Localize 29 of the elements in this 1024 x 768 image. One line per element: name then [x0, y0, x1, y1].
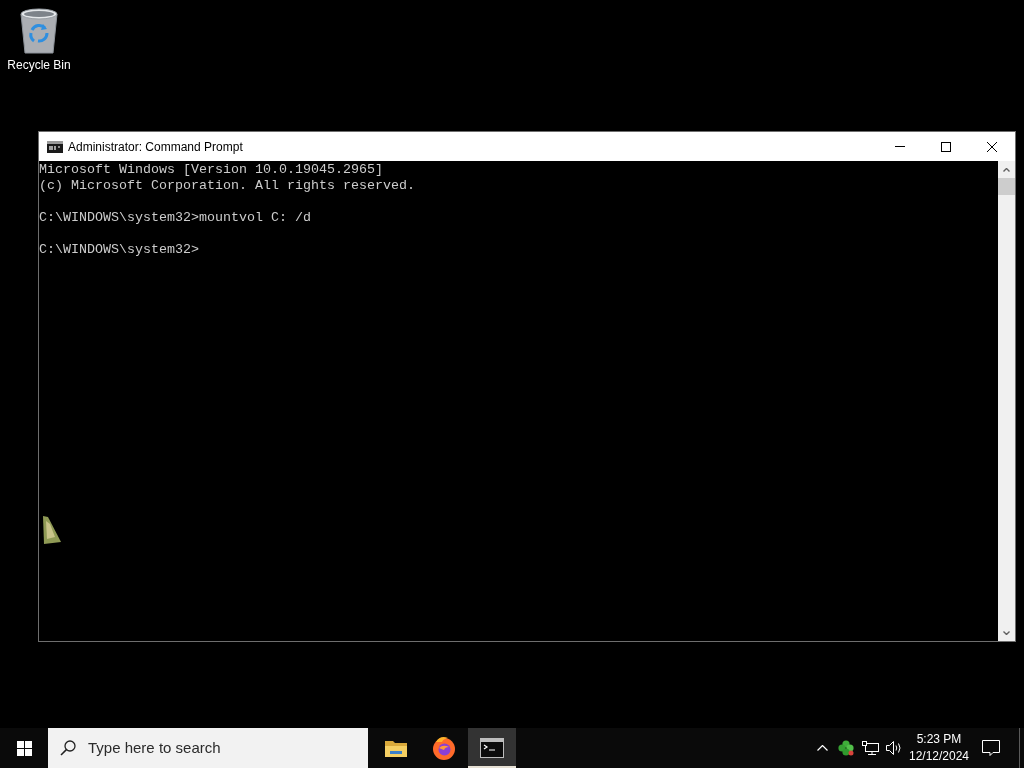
windows-logo-icon[interactable]: [16, 740, 32, 756]
search-icon[interactable]: [60, 740, 76, 756]
caret-down-icon[interactable]: [1003, 630, 1010, 635]
chevron-up-icon[interactable]: [816, 745, 828, 751]
console-line: C:\WINDOWS\system32>mountvol C: /d: [39, 210, 311, 226]
triangle-icon: [42, 515, 62, 545]
notification-icon[interactable]: [982, 740, 1000, 756]
speaker-icon[interactable]: [886, 741, 902, 755]
console-icon: [47, 140, 63, 153]
folder-icon[interactable]: [385, 739, 407, 757]
caret-up-icon[interactable]: [1003, 167, 1010, 172]
fox-globe-icon[interactable]: [432, 736, 456, 760]
console-line: Microsoft Windows [Version 10.0.19045.2965]: [39, 162, 383, 178]
maximize-icon[interactable]: [941, 141, 951, 152]
clock-time[interactable]: 5:23 PM: [916, 731, 962, 748]
trash-bin-icon[interactable]: [18, 8, 60, 54]
desktop-icon-label[interactable]: Recycle Bin: [7, 58, 71, 72]
console-icon[interactable]: [480, 738, 504, 758]
command-prompt-button[interactable]: [468, 728, 516, 768]
clock-date[interactable]: 12/12/2024: [908, 748, 970, 765]
close-icon[interactable]: [987, 141, 997, 152]
console-line: (c) Microsoft Corporation. All rights reserved.: [39, 178, 415, 194]
scrollbar[interactable]: [998, 161, 1015, 641]
network-monitor-icon[interactable]: [861, 741, 879, 755]
clover-icon[interactable]: [838, 740, 854, 756]
console-line: C:\WINDOWS\system32>: [39, 242, 199, 258]
search-field[interactable]: Type here to search: [48, 728, 368, 768]
scrollbar-thumb[interactable]: [998, 178, 1015, 195]
window-title: Administrator: Command Prompt: [68, 138, 243, 156]
